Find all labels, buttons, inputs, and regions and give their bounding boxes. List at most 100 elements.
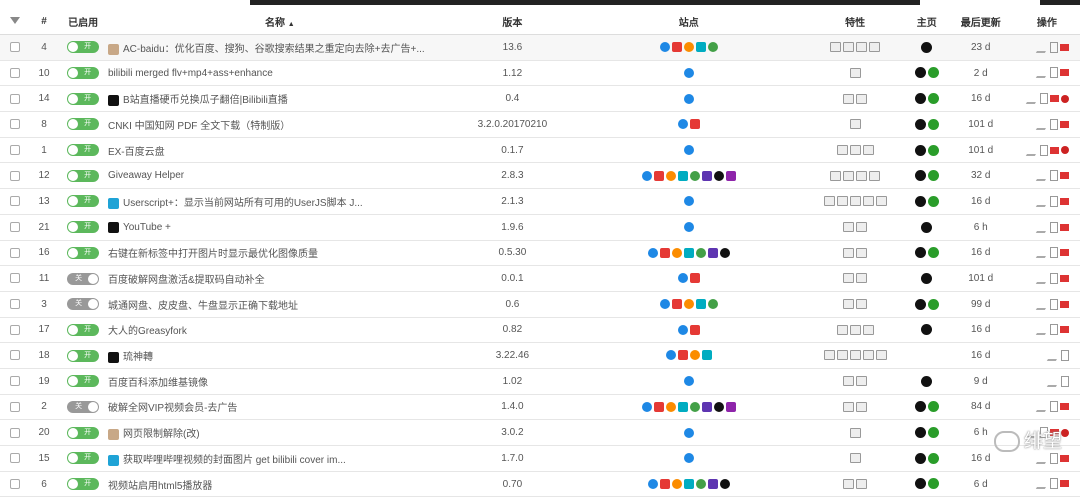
source-icon[interactable] xyxy=(1050,298,1058,310)
edit-icon[interactable] xyxy=(1035,221,1052,233)
enabled-header[interactable]: 已启用 xyxy=(58,8,108,35)
edit-icon[interactable] xyxy=(1035,298,1052,310)
enabled-toggle[interactable]: 开 xyxy=(67,349,100,362)
site-icon[interactable] xyxy=(683,453,694,464)
source-icon[interactable] xyxy=(1050,170,1058,182)
homepage-icon[interactable] xyxy=(914,427,926,439)
script-name-link[interactable]: 网页限制解除(改) xyxy=(123,429,200,440)
source-icon[interactable] xyxy=(1050,221,1058,233)
script-name-link[interactable]: AC-baidu：优化百度、搜狗、谷歌搜索结果之重定向去除+去广告+... xyxy=(123,44,425,55)
site-icon[interactable] xyxy=(671,247,682,258)
greasyfork-icon[interactable] xyxy=(927,298,939,310)
script-name-link[interactable]: 视频站启用html5播放器 xyxy=(108,481,212,492)
greasyfork-icon[interactable] xyxy=(927,478,939,490)
homepage-icon[interactable] xyxy=(914,298,926,310)
enabled-toggle[interactable]: 关 xyxy=(67,298,100,311)
row-checkbox[interactable] xyxy=(9,453,20,464)
source-icon[interactable] xyxy=(1050,478,1058,490)
site-icon[interactable] xyxy=(683,478,694,489)
row-checkbox[interactable] xyxy=(9,273,20,284)
filter-header[interactable] xyxy=(0,8,30,35)
site-icon[interactable] xyxy=(677,273,688,284)
site-icon[interactable] xyxy=(653,401,664,412)
row-checkbox[interactable] xyxy=(9,119,20,130)
homepage-icon[interactable] xyxy=(914,170,926,182)
homepage-icon[interactable] xyxy=(914,247,926,259)
greasyfork-icon[interactable] xyxy=(927,452,939,464)
enabled-toggle[interactable]: 开 xyxy=(67,144,100,157)
row-checkbox[interactable] xyxy=(9,376,20,387)
flag-icon[interactable] xyxy=(1060,249,1069,257)
row-checkbox[interactable] xyxy=(9,196,20,207)
enabled-toggle[interactable]: 开 xyxy=(67,221,100,234)
homepage-icon[interactable] xyxy=(914,401,926,413)
enabled-toggle[interactable]: 关 xyxy=(67,272,100,285)
site-icon[interactable] xyxy=(665,170,676,181)
site-icon[interactable] xyxy=(707,478,718,489)
name-header[interactable]: 名称 ▲ xyxy=(107,8,452,35)
source-icon[interactable] xyxy=(1040,144,1048,156)
bug-icon[interactable] xyxy=(1061,146,1069,155)
site-icon[interactable] xyxy=(671,478,682,489)
script-name-link[interactable]: 获取哔哩哔哩视频的封面图片 get bilibili cover im... xyxy=(123,455,346,466)
edit-icon[interactable] xyxy=(1035,41,1052,53)
table-row[interactable]: 16 开 右键在新标签中打开图片时显示最优化图像质量 0.5.30 16 d xyxy=(0,240,1080,267)
site-icon[interactable] xyxy=(695,478,706,489)
source-icon[interactable] xyxy=(1050,195,1058,207)
script-name-link[interactable]: EX-百度云盘 xyxy=(108,147,165,158)
site-icon[interactable] xyxy=(641,170,652,181)
flag-icon[interactable] xyxy=(1060,120,1069,128)
homepage-icon[interactable] xyxy=(914,67,926,79)
edit-icon[interactable] xyxy=(1035,195,1052,207)
flag-icon[interactable] xyxy=(1060,300,1069,308)
row-checkbox[interactable] xyxy=(9,67,20,78)
script-name-link[interactable]: YouTube + xyxy=(123,222,171,233)
home-header[interactable]: 主页 xyxy=(905,8,948,35)
site-icon[interactable] xyxy=(707,299,718,310)
script-name-link[interactable]: B站直播硬币兑换瓜子翻倍|Bilibili直播 xyxy=(123,95,288,106)
script-name-link[interactable]: 破解全网VIP视频会员-去广告 xyxy=(108,403,237,414)
row-checkbox[interactable] xyxy=(9,144,20,155)
enabled-toggle[interactable]: 开 xyxy=(67,323,100,336)
source-icon[interactable] xyxy=(1061,375,1069,387)
edit-icon[interactable] xyxy=(1035,272,1052,284)
homepage-icon[interactable] xyxy=(914,118,926,130)
greasyfork-icon[interactable] xyxy=(927,67,939,79)
greasyfork-icon[interactable] xyxy=(927,195,939,207)
homepage-icon[interactable] xyxy=(914,144,926,156)
homepage-icon[interactable] xyxy=(914,195,926,207)
enabled-toggle[interactable]: 开 xyxy=(67,118,100,131)
source-icon[interactable] xyxy=(1050,401,1058,413)
site-icon[interactable] xyxy=(689,350,700,361)
flag-icon[interactable] xyxy=(1060,274,1069,282)
script-name-link[interactable]: Userscript+：显示当前网站所有可用的UserJS脚本 J... xyxy=(123,198,363,209)
flag-icon[interactable] xyxy=(1060,326,1069,334)
flag-icon[interactable] xyxy=(1050,95,1059,103)
site-icon[interactable] xyxy=(683,427,694,438)
index-header[interactable]: # xyxy=(29,8,59,35)
edit-icon[interactable] xyxy=(1035,118,1052,130)
site-icon[interactable] xyxy=(647,247,658,258)
homepage-icon[interactable] xyxy=(914,478,926,490)
source-icon[interactable] xyxy=(1050,247,1058,259)
flag-icon[interactable] xyxy=(1060,454,1069,462)
homepage-icon[interactable] xyxy=(914,452,926,464)
table-row[interactable]: 21 开 YouTube + 1.9.6 6 h xyxy=(0,214,1080,241)
table-row[interactable]: 13 开 Userscript+：显示当前网站所有可用的UserJS脚本 J..… xyxy=(0,188,1080,215)
site-icon[interactable] xyxy=(659,299,670,310)
site-icon[interactable] xyxy=(677,401,688,412)
enabled-toggle[interactable]: 关 xyxy=(67,400,100,413)
site-header[interactable]: 站点 xyxy=(573,8,805,35)
flag-icon[interactable] xyxy=(1060,69,1069,77)
flag-icon[interactable] xyxy=(1060,172,1069,180)
site-icon[interactable] xyxy=(725,170,736,181)
row-checkbox[interactable] xyxy=(9,427,20,438)
flag-icon[interactable] xyxy=(1060,43,1069,51)
site-icon[interactable] xyxy=(695,299,706,310)
script-name-link[interactable]: 琉神轉 xyxy=(123,352,153,363)
table-row[interactable]: 20 开 网页限制解除(改) 3.0.2 6 h xyxy=(0,419,1080,446)
homepage-icon[interactable] xyxy=(921,41,933,53)
site-icon[interactable] xyxy=(689,119,700,130)
site-icon[interactable] xyxy=(659,478,670,489)
row-checkbox[interactable] xyxy=(9,401,20,412)
